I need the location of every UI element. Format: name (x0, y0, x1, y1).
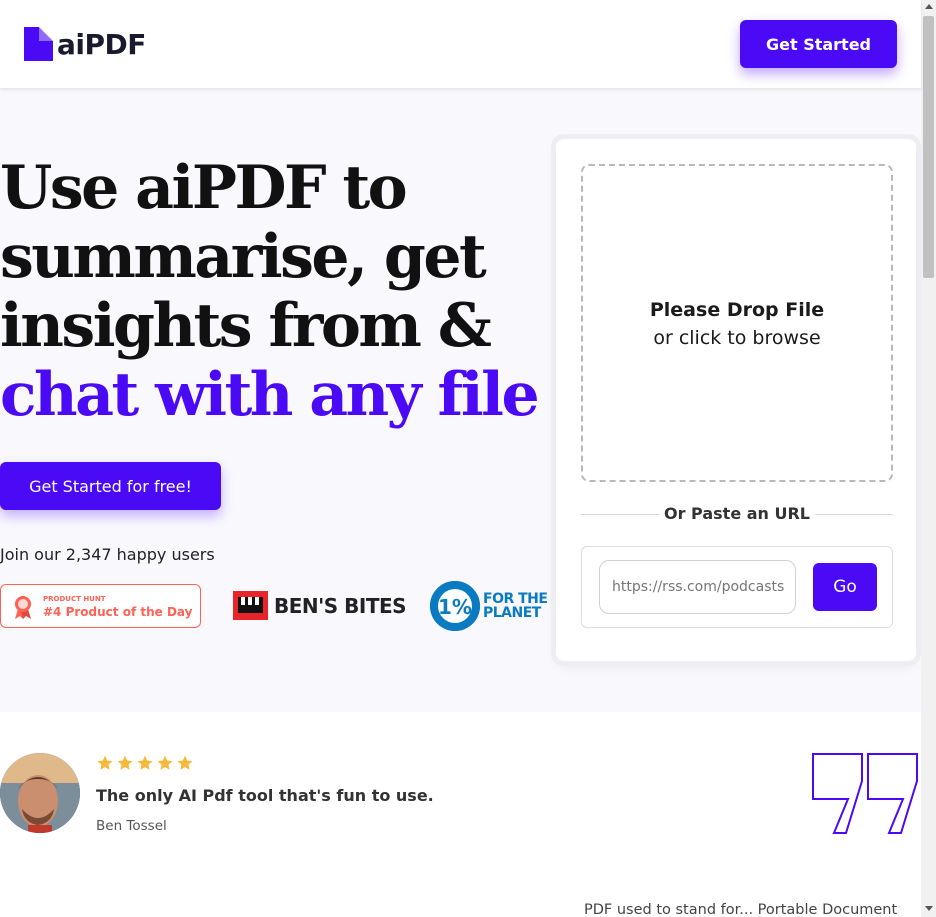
scroll-up-arrow-icon[interactable] (925, 4, 933, 9)
page-scrollbar[interactable] (921, 0, 936, 917)
site-header: aiPDF Get Started (0, 0, 921, 88)
planet-line-1: FOR THE (483, 591, 548, 607)
avatar (0, 753, 80, 833)
bens-bites-text: BEN'S BITES (274, 593, 407, 618)
product-hunt-badge[interactable]: PRODUCT HUNT #4 Product of the Day (0, 584, 201, 628)
headline-line-1: Use aiPDF to (0, 153, 408, 223)
planet-circle-icon: 1% (430, 581, 480, 631)
product-hunt-rank: #4 Product of the Day (43, 605, 193, 619)
bens-bites-icon (233, 591, 268, 620)
star-icon (137, 755, 153, 770)
drop-title: Please Drop File (649, 299, 825, 321)
testimonial-quote: The only AI Pdf tool that's fun to use. (96, 786, 434, 805)
planet-symbol: 1% (438, 595, 472, 619)
section-intro-text: PDF used to stand for... Portable Docume… (584, 902, 898, 917)
headline-line-3: insights from & (0, 291, 492, 361)
one-percent-planet-logo: 1% FOR THE PLANET (430, 581, 548, 631)
hero-section: Use aiPDF to summarise, get insights fro… (0, 88, 921, 712)
star-icon (177, 755, 193, 770)
document-logo-icon (24, 27, 53, 61)
product-hunt-label: PRODUCT HUNT (43, 595, 106, 603)
upload-panel: Please Drop File or click to browse Or P… (556, 139, 916, 661)
logo[interactable]: aiPDF (24, 27, 146, 61)
headline-accent: chat with any file (0, 360, 540, 430)
drop-subtitle: or click to browse (653, 327, 821, 349)
rating-stars (96, 754, 194, 772)
file-dropzone[interactable]: Please Drop File or click to browse (581, 164, 893, 482)
url-input[interactable] (599, 560, 796, 614)
go-button[interactable]: Go (813, 563, 877, 611)
medal-icon (13, 595, 33, 619)
get-started-button[interactable]: Get Started (740, 20, 897, 68)
scroll-down-arrow-icon[interactable] (925, 906, 933, 911)
quote-mark-icon (812, 753, 918, 835)
scroll-thumb[interactable] (923, 16, 934, 278)
hero-headline: Use aiPDF to summarise, get insights fro… (0, 153, 540, 430)
star-icon (157, 755, 173, 770)
bens-bites-logo: BEN'S BITES (233, 591, 407, 620)
headline-line-2: summarise, get (0, 222, 487, 292)
logo-text: aiPDF (57, 27, 146, 61)
planet-line-2: PLANET (483, 605, 541, 621)
or-paste-url-label: Or Paste an URL (663, 504, 810, 523)
planet-text: FOR THE PLANET (483, 591, 548, 621)
user-count-text: Join our 2,347 happy users (0, 545, 215, 564)
star-icon (97, 755, 113, 770)
get-started-free-button[interactable]: Get Started for free! (0, 462, 221, 510)
testimonial-author: Ben Tossel (96, 818, 167, 834)
star-icon (117, 755, 133, 770)
url-form: Go (581, 546, 893, 628)
